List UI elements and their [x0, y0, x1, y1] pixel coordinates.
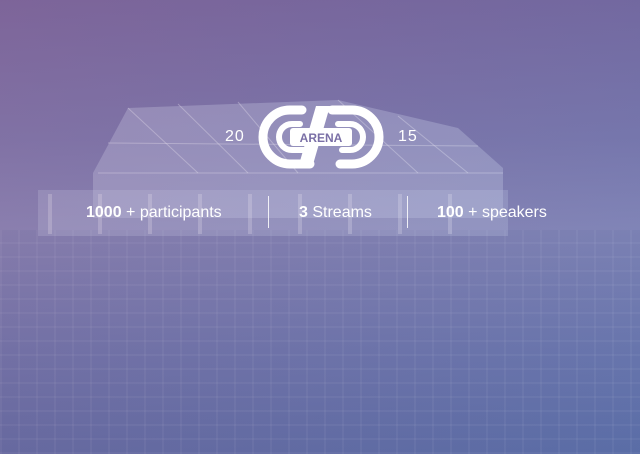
stat-label: Streams [312, 204, 372, 221]
stats-bar: 1000 + participants 3 Streams 100 + spea… [0, 196, 640, 230]
stat-number: 100 [437, 204, 464, 221]
stat-divider [268, 196, 269, 228]
logo-text: ARENA [300, 131, 343, 145]
hero-banner: ARENA 20 15 1000 + participants 3 Stream… [0, 0, 640, 454]
logo-year-right: 15 [398, 128, 418, 145]
stat-number: 3 [299, 204, 308, 221]
logo-year-left: 20 [225, 128, 245, 145]
stat-participants: 1000 + participants [86, 204, 222, 222]
stat-label: + participants [126, 204, 222, 221]
stat-number: 1000 [86, 204, 122, 221]
stat-streams: 3 Streams [299, 204, 372, 222]
arena-logo: ARENA [258, 105, 384, 169]
stat-speakers: 100 + speakers [437, 204, 547, 222]
stat-divider [407, 196, 408, 228]
stat-label: + speakers [468, 204, 547, 221]
